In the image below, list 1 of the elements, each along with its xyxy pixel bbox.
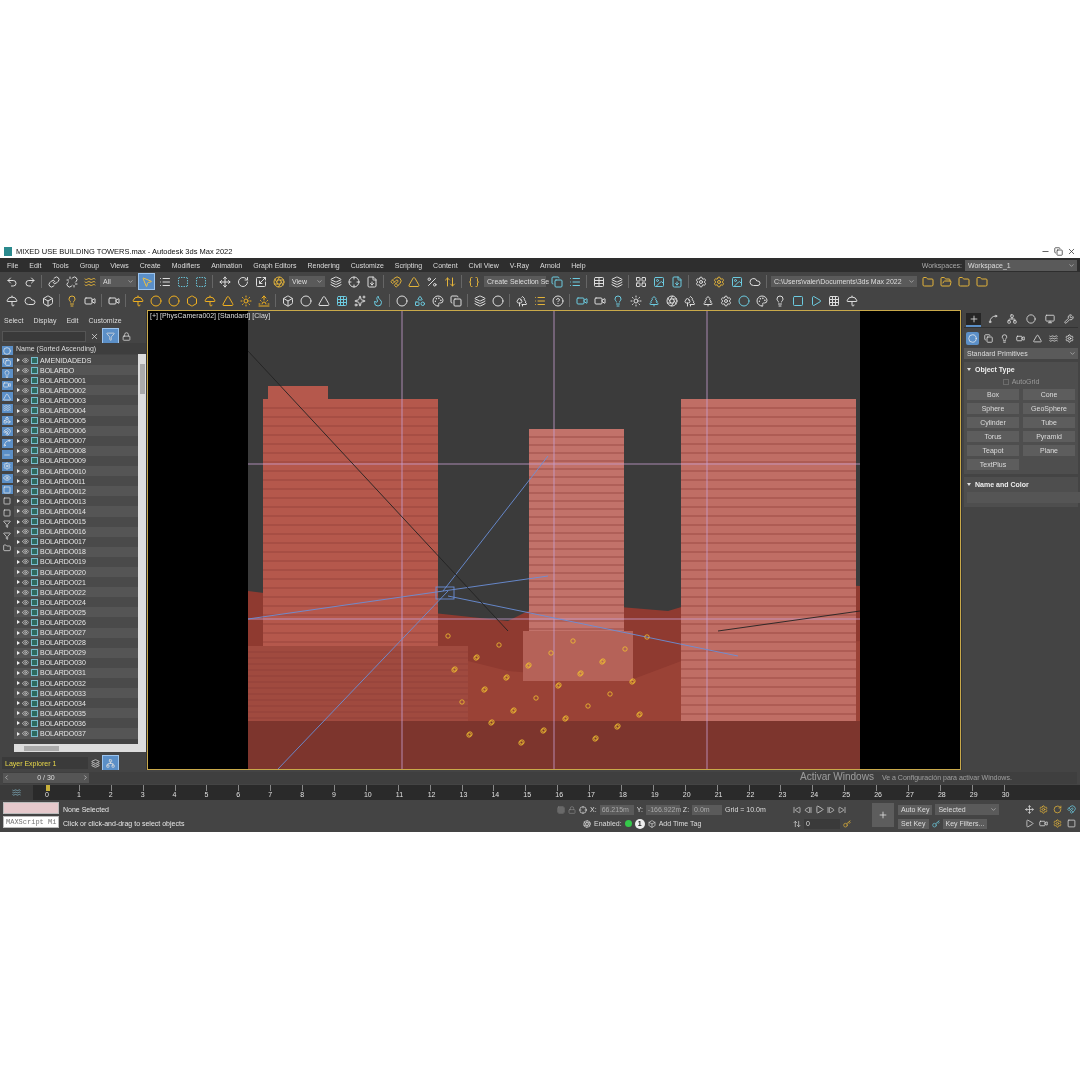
- activation-notice-title: Activar Windows: [800, 771, 874, 782]
